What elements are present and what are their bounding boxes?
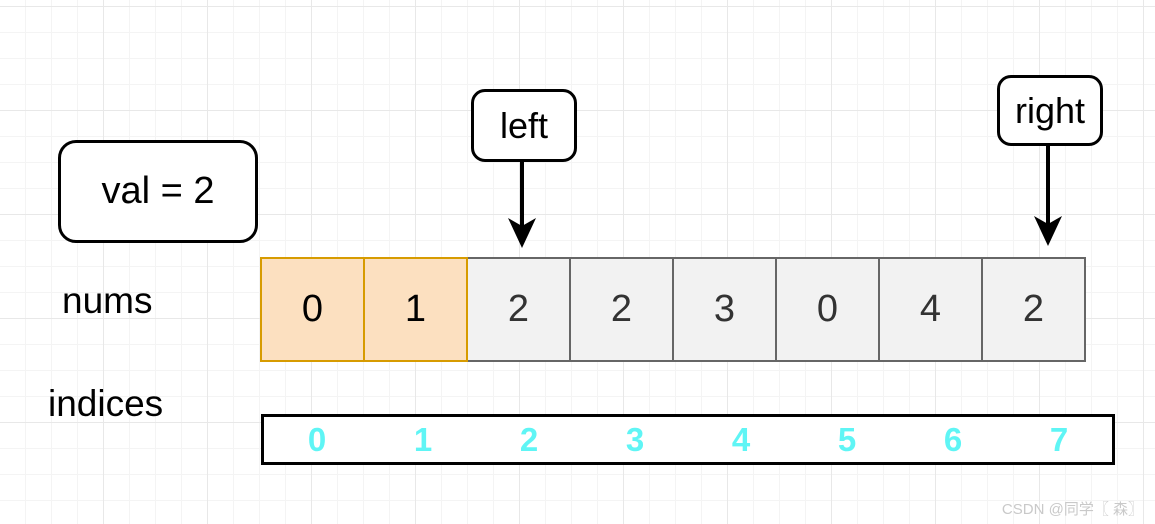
left-pointer-label: left	[499, 104, 549, 146]
nums-cell-value: 4	[919, 288, 942, 330]
val-callout-box: val = 2	[58, 140, 258, 243]
indices-row-label: indices	[48, 383, 164, 424]
nums-cell-value: 2	[610, 288, 633, 330]
nums-cell-value: 3	[713, 288, 736, 330]
index-cell: 6	[900, 417, 1006, 462]
indices-bar: 0 1 2 3 4 5 6 7	[261, 414, 1115, 465]
index-cell: 4	[688, 417, 794, 462]
index-cell: 5	[794, 417, 900, 462]
nums-cell-value: 2	[1022, 288, 1045, 330]
nums-cell-value: 2	[507, 288, 530, 330]
right-pointer-arrow-icon	[1034, 144, 1062, 246]
index-value: 1	[413, 420, 433, 458]
index-value: 0	[307, 420, 327, 458]
left-pointer-arrow-icon	[508, 160, 536, 248]
nums-cell: 0	[775, 257, 880, 362]
nums-cell: 2	[466, 257, 571, 362]
watermark: CSDN @同学〖 森〗	[1001, 501, 1143, 518]
index-cell: 1	[370, 417, 476, 462]
index-value: 7	[1049, 420, 1069, 458]
diagram-canvas: val = 2 left right nums 0 1 2 2 3 0 4 2 …	[0, 0, 1155, 524]
nums-array: 0 1 2 2 3 0 4 2	[260, 257, 1086, 362]
nums-cell-value: 0	[301, 288, 324, 330]
nums-row-label: nums	[62, 280, 153, 321]
nums-cell: 3	[672, 257, 777, 362]
nums-cell-value: 1	[404, 288, 427, 330]
index-value: 3	[625, 420, 645, 458]
index-cell: 0	[264, 417, 370, 462]
index-value: 4	[731, 420, 751, 458]
nums-cell: 0	[260, 257, 365, 362]
right-pointer-callout-box: right	[997, 75, 1103, 146]
nums-cell: 1	[363, 257, 468, 362]
val-callout-label: val = 2	[101, 170, 215, 212]
nums-cell-value: 0	[816, 288, 839, 330]
index-value: 6	[943, 420, 963, 458]
index-value: 2	[519, 420, 539, 458]
nums-cell: 2	[981, 257, 1086, 362]
left-pointer-callout-box: left	[471, 89, 577, 162]
index-cell: 3	[582, 417, 688, 462]
nums-cell: 2	[569, 257, 674, 362]
index-cell: 2	[476, 417, 582, 462]
index-cell: 7	[1006, 417, 1112, 462]
nums-cell: 4	[878, 257, 983, 362]
right-pointer-label: right	[1014, 89, 1086, 131]
index-value: 5	[837, 420, 857, 458]
